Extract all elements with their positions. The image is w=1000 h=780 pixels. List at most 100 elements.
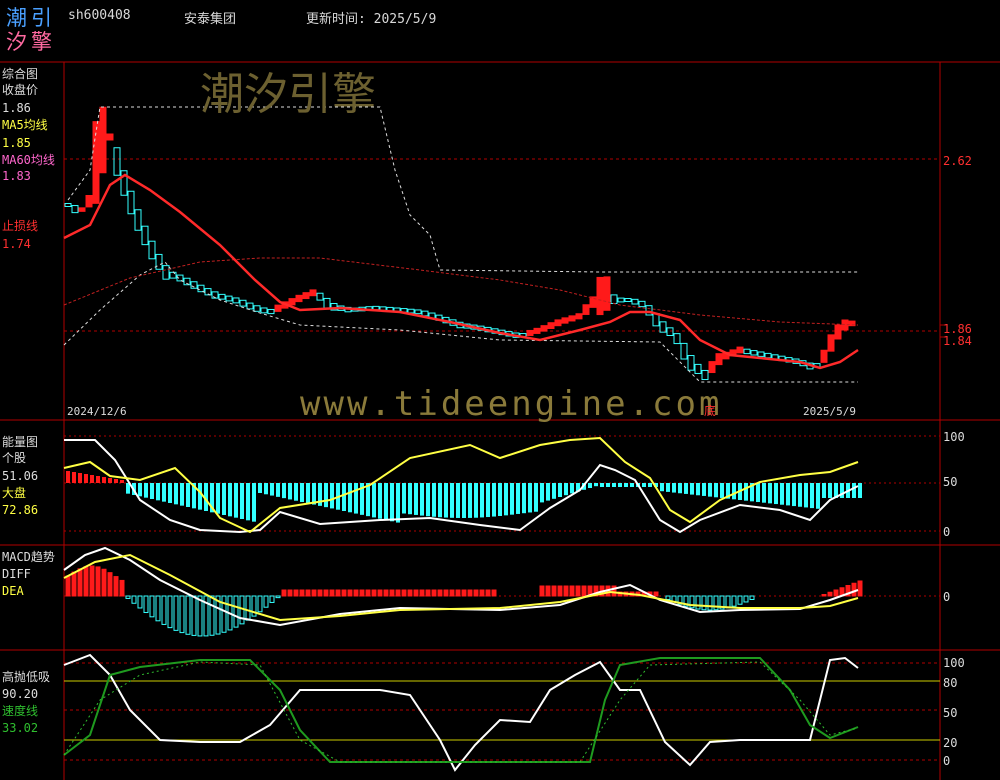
energy-bar (246, 483, 250, 521)
main-axis-1-84: 1.84 (943, 334, 972, 348)
energy-bar (264, 483, 268, 495)
candle (274, 304, 282, 312)
energy-bar (138, 483, 142, 497)
energy-bar (270, 483, 274, 496)
energy-bar (798, 483, 802, 507)
candle (603, 276, 611, 311)
candle (309, 289, 317, 297)
energy-bar (852, 483, 856, 498)
stock-label: 个股 (2, 451, 27, 465)
macd-bar (455, 589, 461, 597)
candle (316, 292, 324, 301)
candle (141, 225, 149, 246)
energy-bar (78, 473, 82, 483)
energy-bar (492, 483, 496, 517)
energy-bar (240, 483, 244, 519)
macd-bar (371, 589, 377, 597)
macd-axis-0: 0 (943, 590, 951, 604)
energy-bar (288, 483, 292, 500)
energy-bar (540, 483, 544, 503)
energy-bar (342, 483, 346, 511)
energy-bar (552, 483, 556, 499)
osc-axis-100: 100 (943, 656, 965, 670)
candle (764, 352, 772, 359)
energy-bar (768, 483, 772, 504)
energy-bar (588, 483, 592, 488)
energy-bar (120, 480, 124, 483)
candle (64, 203, 72, 207)
macd-bar (431, 589, 437, 597)
energy-bar (168, 483, 172, 503)
stop-line (63, 173, 859, 370)
candle (610, 294, 618, 304)
energy-bar (546, 483, 550, 501)
macd-bar (359, 589, 365, 597)
candle (631, 298, 639, 305)
energy-bar (144, 483, 148, 498)
energy-bar (510, 483, 514, 515)
macd-bar (101, 568, 107, 597)
energy-bar (426, 483, 430, 517)
macd-bar (467, 589, 473, 597)
end-date: 2025/5/9 (803, 405, 856, 418)
macd-bar (209, 595, 215, 636)
osc-speed-dashed (63, 661, 859, 763)
energy-bar (774, 483, 778, 505)
energy-bar (780, 483, 784, 505)
macd-bar (323, 589, 329, 597)
candle (421, 310, 429, 317)
macd-bar (65, 575, 71, 597)
macd-bar (695, 595, 701, 610)
energy-bar (156, 483, 160, 501)
energy-bar (294, 483, 298, 501)
energy-bar (594, 483, 598, 487)
macd-bar (191, 595, 197, 636)
macd-bar (569, 585, 575, 597)
macd-bar (311, 589, 317, 597)
energy-bar (642, 483, 646, 487)
candle (666, 327, 674, 337)
macd-bar (137, 595, 143, 609)
energy-bar (276, 483, 280, 497)
macd-bar (107, 572, 113, 597)
energy-bar (252, 483, 256, 522)
energy-bar (450, 483, 454, 518)
close-value: 1.86 (2, 101, 31, 115)
close-label: 收盘价 (2, 83, 39, 97)
macd-bar (449, 589, 455, 597)
candle (561, 317, 569, 324)
ma60-line (63, 257, 859, 326)
macd-bar (143, 595, 149, 614)
macd-bar (221, 595, 227, 633)
energy-bar (792, 483, 796, 507)
macd-bar (263, 595, 269, 608)
candle (540, 325, 548, 332)
energy-bar (762, 483, 766, 503)
candle (750, 350, 758, 356)
energy-bar (486, 483, 490, 518)
candle (78, 207, 86, 212)
energy-bar (744, 483, 748, 501)
candle (295, 294, 303, 303)
candle (701, 369, 709, 381)
macd-bar (383, 589, 389, 597)
energy-bar (570, 483, 574, 494)
candle (834, 324, 842, 340)
energy-bar (396, 483, 400, 523)
energy-bar (600, 483, 604, 487)
energy-bar (222, 483, 226, 515)
energy-bar (858, 483, 862, 498)
candle (554, 319, 562, 327)
energy-bar (666, 483, 670, 492)
candle (260, 307, 268, 314)
energy-bar (528, 483, 532, 513)
osc-axis-50: 50 (943, 706, 958, 720)
macd-bar (665, 595, 671, 600)
candle (302, 292, 310, 300)
candle (547, 322, 555, 330)
candle (127, 190, 135, 215)
energy-bar (456, 483, 460, 518)
macd-bar (173, 595, 179, 631)
energy-bar (216, 483, 220, 514)
macd-bar (89, 565, 95, 597)
